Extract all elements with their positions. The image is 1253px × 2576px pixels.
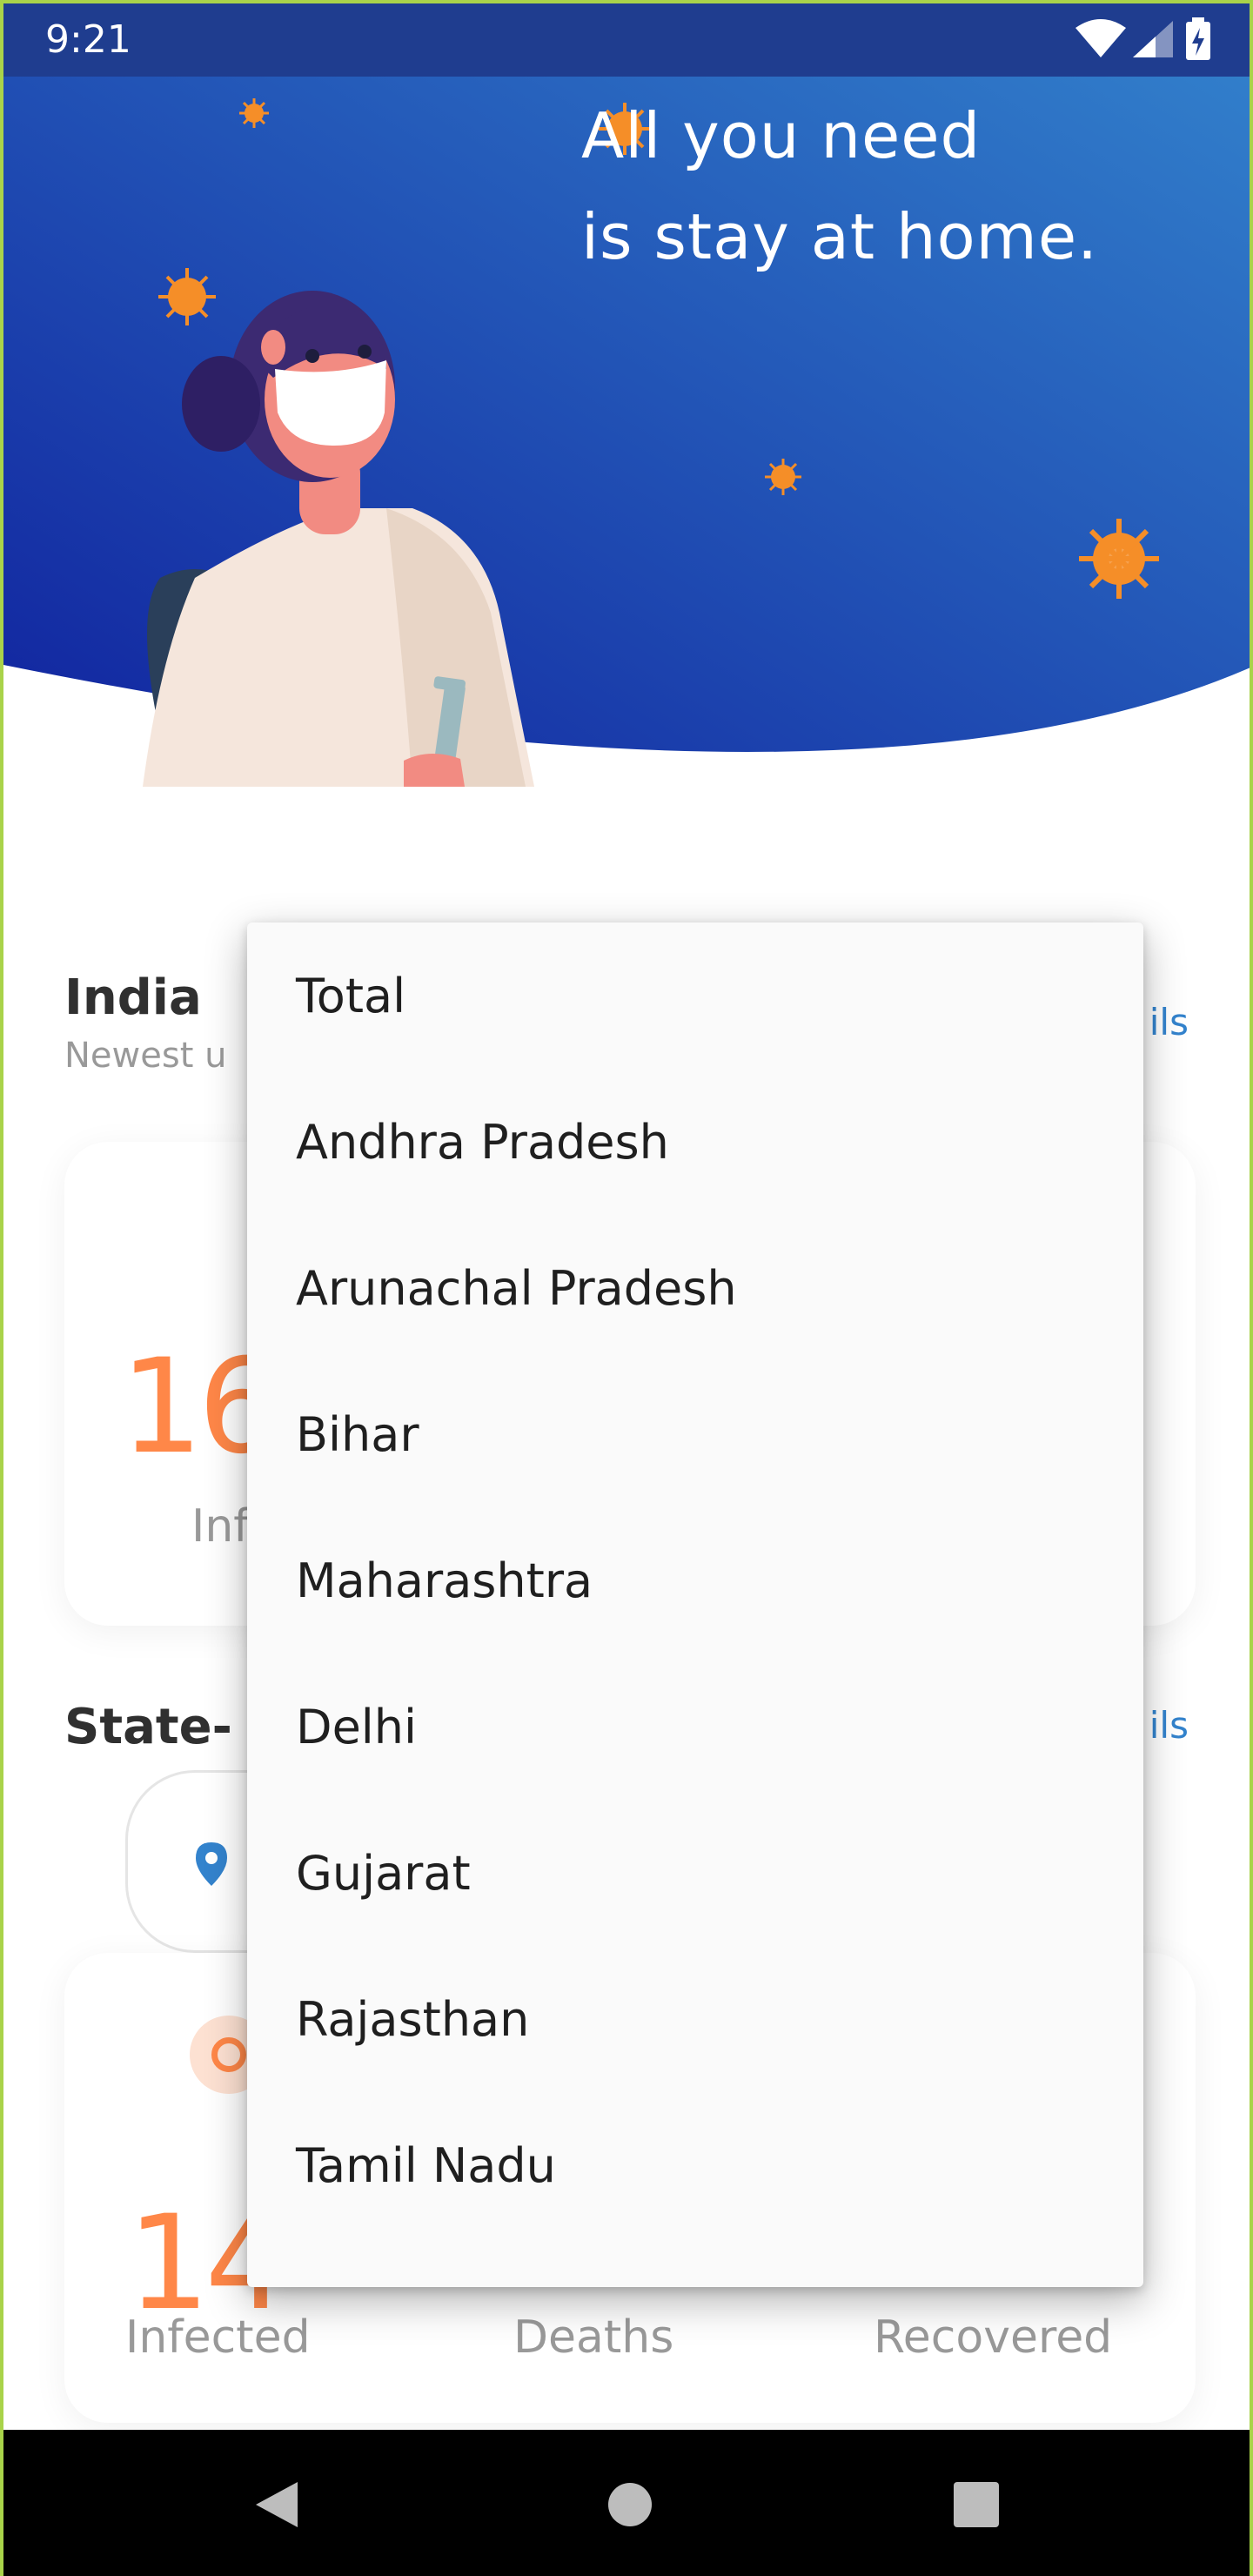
- dropdown-option-maharashtra[interactable]: Maharashtra: [247, 1507, 1143, 1654]
- dropdown-option-gujarat[interactable]: Gujarat: [247, 1800, 1143, 1946]
- india-see-details-link[interactable]: ils: [1149, 1001, 1189, 1043]
- india-section-subtitle: Newest u: [64, 1036, 227, 1076]
- dropdown-option-total[interactable]: Total: [247, 922, 1143, 1069]
- infected-label: Infected: [125, 2311, 311, 2364]
- state-see-details-link[interactable]: ils: [1149, 1704, 1189, 1747]
- location-pin-icon: [196, 1842, 227, 1886]
- headline-line-1: All you need: [581, 99, 982, 172]
- dropdown-option-delhi[interactable]: Delhi: [247, 1654, 1143, 1800]
- headline: All you need is stay at home.: [581, 85, 1208, 287]
- back-icon[interactable]: [254, 2480, 299, 2529]
- recents-icon[interactable]: [954, 2482, 999, 2527]
- recovered-label: Recovered: [874, 2311, 1113, 2364]
- dropdown-option-bihar[interactable]: Bihar: [247, 1361, 1143, 1507]
- dropdown-option-arunachal-pradesh[interactable]: Arunachal Pradesh: [247, 1215, 1143, 1361]
- state-dropdown-menu: Total Andhra Pradesh Arunachal Pradesh B…: [247, 922, 1143, 2287]
- header-banner: All you need is stay at home.: [3, 3, 1250, 787]
- status-bar: 9:21: [3, 3, 1250, 77]
- status-time: 9:21: [45, 17, 131, 62]
- virus-icon: [1079, 519, 1159, 599]
- navigation-bar: [3, 2430, 1250, 2576]
- home-icon[interactable]: [607, 2482, 653, 2527]
- deaths-label: Deaths: [513, 2311, 674, 2364]
- dropdown-option-tamil-nadu[interactable]: Tamil Nadu: [247, 2092, 1143, 2238]
- wifi-icon: [1075, 19, 1126, 57]
- battery-charging-icon: [1186, 17, 1210, 60]
- virus-icon: [239, 98, 269, 128]
- dropdown-option-rajasthan[interactable]: Rajasthan: [247, 1946, 1143, 2092]
- status-icons: [1074, 17, 1222, 63]
- headline-line-2: is stay at home.: [581, 200, 1099, 273]
- state-section-title: State-: [64, 1699, 232, 1755]
- infected-indicator-ring: [211, 2037, 246, 2072]
- virus-icon: [765, 459, 801, 495]
- woman-with-mask-illustration: [143, 291, 534, 787]
- app-screen: All you need is stay at home. 9:21 India…: [0, 0, 1253, 2576]
- cell-signal-icon: [1133, 21, 1173, 57]
- india-section-title: India: [64, 969, 202, 1026]
- india-infected-label: Inf: [191, 1500, 250, 1553]
- dropdown-option-andhra-pradesh[interactable]: Andhra Pradesh: [247, 1069, 1143, 1215]
